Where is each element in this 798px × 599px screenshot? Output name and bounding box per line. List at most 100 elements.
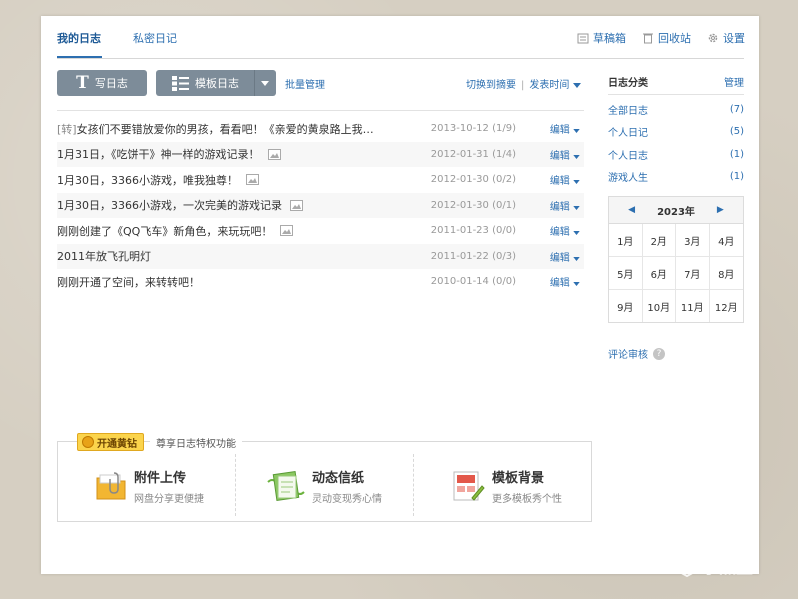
diary-title[interactable]: [转]女孩们不要错放爱你的男孩，看看吧！《亲爱的黄泉路上我… <box>57 121 374 137</box>
diary-row: 1月30日，3366小游戏，唯我独尊！ 2012-01-30 (0/2) 编辑 <box>57 167 584 193</box>
tab-my-diary[interactable]: 我的日志 <box>57 30 101 46</box>
category-manage-link[interactable]: 管理 <box>724 74 744 89</box>
month-cell[interactable]: 3月 <box>676 224 710 257</box>
caret-down-icon <box>261 80 270 86</box>
template-list-icon <box>172 75 189 91</box>
diary-count: (1/9) <box>492 123 516 135</box>
switch-summary-link[interactable]: 切换到摘要 <box>466 80 516 91</box>
prev-year-arrow-icon[interactable]: ◀ <box>628 205 635 215</box>
header-links: 草稿箱 回收站 设置 <box>577 30 745 46</box>
month-cell[interactable]: 8月 <box>709 257 743 290</box>
month-cell[interactable]: 5月 <box>609 257 643 290</box>
diary-title[interactable]: 1月31日，《吃饼干》神一样的游戏记录！ <box>57 146 260 162</box>
trash-icon <box>643 33 653 44</box>
diary-edit-button[interactable]: 编辑 <box>550 249 580 264</box>
template-dropdown-toggle[interactable] <box>255 80 276 86</box>
diary-count: (0/1) <box>492 199 516 211</box>
diary-row: 1月31日，《吃饼干》神一样的游戏记录！ 2012-01-31 (1/4) 编辑 <box>57 141 584 167</box>
month-cell[interactable]: 11月 <box>676 290 710 322</box>
category-list: 全部日志 (7) 个人日记 (5) 个人日志 (1) 游戏人生 (1) <box>608 98 744 188</box>
settings-link[interactable]: 设置 <box>707 30 745 46</box>
image-icon <box>267 148 281 160</box>
drafts-label: 草稿箱 <box>593 32 626 45</box>
category-count: (5) <box>729 126 744 138</box>
diary-row: 刚刚开通了空间，来转转吧！ 2010-01-14 (0/0) 编辑 <box>57 269 584 295</box>
feature-title: 动态信纸 <box>312 471 365 486</box>
feature-dynamic-paper[interactable]: 动态信纸 灵动变现秀心情 <box>266 462 382 510</box>
category-item[interactable]: 个人日志 (1) <box>608 143 744 166</box>
diary-title-text: 刚刚创建了《QQ飞车》新角色，来玩玩吧！ <box>57 224 273 238</box>
category-item[interactable]: 游戏人生 (1) <box>608 166 744 189</box>
caret-down-icon <box>573 256 580 261</box>
image-icon <box>290 199 303 211</box>
category-sidebar: 日志分类 管理 全部日志 (7) 个人日记 (5) 个人日志 (1) 游戏人生 (1) <box>608 72 744 188</box>
month-cell[interactable]: 9月 <box>609 290 643 322</box>
feature-template-background[interactable]: 模板背景 更多模板秀个性 <box>450 462 562 510</box>
xiaoheihe-logo-icon <box>677 554 697 577</box>
comment-review-label: 评论审核 <box>608 350 648 361</box>
write-diary-button[interactable]: T 写日志 <box>57 70 147 96</box>
diary-title[interactable]: 刚刚创建了《QQ飞车》新角色，来玩玩吧！ <box>57 223 272 239</box>
list-top-divider <box>57 110 584 111</box>
xiaoheihe-watermark: 小黑盒 <box>676 553 753 578</box>
category-name: 全部日志 <box>608 105 648 117</box>
diary-count: (1/4) <box>492 148 516 160</box>
calendar-year: 2023年 <box>657 206 695 218</box>
category-name: 游戏人生 <box>608 173 648 185</box>
diary-title[interactable]: 1月30日，3366小游戏，唯我独尊！ <box>57 172 238 188</box>
open-yellow-diamond-button[interactable]: 开通黄钻 <box>77 433 144 451</box>
month-cell[interactable]: 6月 <box>642 257 676 290</box>
diary-date: 2012-01-30 <box>430 174 489 186</box>
diary-title[interactable]: 刚刚开通了空间，来转转吧！ <box>57 274 200 290</box>
month-cell[interactable]: 7月 <box>676 257 710 290</box>
template-background-icon <box>453 471 485 501</box>
month-cell[interactable]: 10月 <box>643 290 676 322</box>
sort-by-time-link[interactable]: 发表时间 <box>529 80 569 91</box>
diary-date: 2012-01-30 <box>430 199 489 211</box>
feature-subtitle: 灵动变现秀心情 <box>312 494 382 505</box>
batch-manage-link[interactable]: 批量管理 <box>285 76 325 91</box>
diary-edit-button[interactable]: 编辑 <box>550 198 580 213</box>
image-icon <box>246 174 259 186</box>
diary-date-count: 2011-01-23 (0/0) <box>431 225 516 236</box>
diary-date-count: 2012-01-30 (0/1) <box>431 200 516 211</box>
sort-bar: 切换到摘要 | 发表时间 <box>466 76 581 91</box>
month-cell[interactable]: 2月 <box>642 224 676 257</box>
watermark-text: 小黑盒 <box>702 558 753 578</box>
month-cell[interactable]: 4月 <box>709 224 743 257</box>
drafts-link[interactable]: 草稿箱 <box>577 30 626 46</box>
month-cell[interactable]: 1月 <box>609 224 643 257</box>
diary-edit-button[interactable]: 编辑 <box>550 172 580 187</box>
diary-title[interactable]: 2011年放飞孔明灯 <box>57 248 151 264</box>
template-diary-main[interactable]: 模板日志 <box>156 70 255 96</box>
template-diary-button: 模板日志 <box>156 70 276 96</box>
comment-review-link[interactable]: 评论审核 ? <box>608 346 665 361</box>
diary-edit-button[interactable]: 编辑 <box>550 147 580 162</box>
caret-down-icon <box>573 180 580 185</box>
diary-edit-button[interactable]: 编辑 <box>550 121 580 136</box>
feature-attachment[interactable]: 附件上传 网盘分享更便捷 <box>94 462 204 510</box>
category-name: 个人日记 <box>608 128 648 140</box>
sort-separator: | <box>521 80 525 91</box>
next-year-arrow-icon[interactable]: ▶ <box>717 205 724 215</box>
diary-title[interactable]: 1月30日，3366小游戏，一次完美的游戏记录 <box>57 197 282 213</box>
tab-private-diary[interactable]: 私密日记 <box>133 30 177 46</box>
caret-down-icon <box>573 129 580 134</box>
help-icon[interactable]: ? <box>653 347 665 360</box>
diary-panel: 我的日志 私密日记 草稿箱 回收站 设置 T 写日志 模板日志 批量管理 切换到… <box>41 16 759 574</box>
diary-edit-button[interactable]: 编辑 <box>550 223 580 238</box>
diary-edit-button[interactable]: 编辑 <box>550 274 580 289</box>
write-diary-label: 写日志 <box>94 77 128 90</box>
month-cell[interactable]: 12月 <box>710 290 744 322</box>
category-item[interactable]: 个人日记 (5) <box>608 121 744 144</box>
caret-down-icon <box>573 154 580 159</box>
diary-edit-label: 编辑 <box>549 201 570 213</box>
diary-date: 2013-10-12 <box>430 123 489 135</box>
diary-title-text: 女孩们不要错放爱你的男孩，看看吧！《亲爱的黄泉路上我… <box>76 122 374 136</box>
diary-count: (0/0) <box>492 276 516 288</box>
recycle-link[interactable]: 回收站 <box>642 30 691 46</box>
category-name: 个人日志 <box>608 150 648 162</box>
dynamic-paper-icon <box>267 471 305 501</box>
category-item[interactable]: 全部日志 (7) <box>608 98 744 121</box>
diary-edit-label: 编辑 <box>549 252 570 264</box>
